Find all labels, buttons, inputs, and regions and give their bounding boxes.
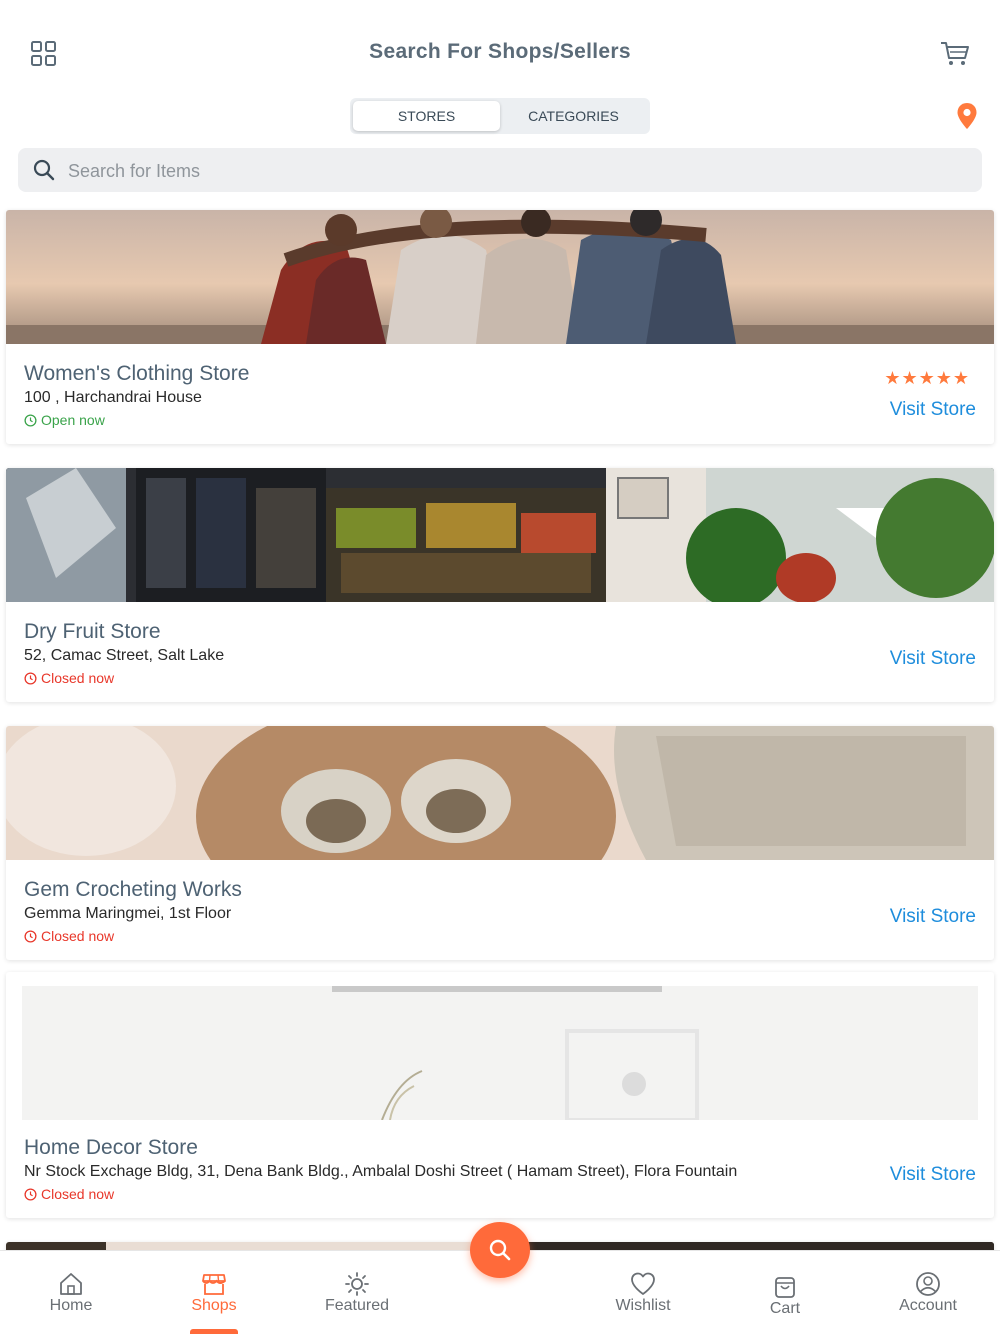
store-address: Nr Stock Exchage Bldg, 31, Dena Bank Bld…: [24, 1163, 738, 1180]
store-name[interactable]: Women's Clothing Store: [24, 362, 249, 386]
nav-label: Account: [899, 1297, 957, 1314]
nav-wishlist[interactable]: Wishlist: [573, 1251, 713, 1334]
store-category-toggle: STORES CATEGORIES: [350, 98, 650, 134]
clock-icon: [24, 1187, 37, 1201]
store-name[interactable]: Gem Crocheting Works: [24, 878, 242, 902]
nav-featured[interactable]: Featured: [287, 1251, 427, 1334]
store-status-text: Closed now: [41, 928, 115, 944]
nav-label: Shops: [191, 1297, 237, 1314]
search-icon: [33, 159, 55, 181]
store-banner-image: [6, 726, 994, 860]
nav-label: Home: [49, 1297, 93, 1314]
clock-icon: [24, 929, 37, 943]
shop-icon: [202, 1274, 226, 1295]
store-status: Closed now: [24, 670, 114, 686]
shopping-bag-icon: [775, 1277, 795, 1298]
store-card[interactable]: Dry Fruit Store 52, Camac Street, Salt L…: [6, 468, 994, 702]
active-tab-indicator: [190, 1329, 238, 1334]
store-address: 100 , Harchandrai House: [24, 389, 202, 406]
search-bar: [18, 148, 982, 192]
heart-icon: [631, 1272, 655, 1295]
tab-stores[interactable]: STORES: [353, 101, 500, 131]
clock-icon: [24, 671, 37, 685]
nav-account[interactable]: Account: [858, 1251, 998, 1334]
nav-cart[interactable]: Cart: [715, 1251, 855, 1334]
store-status: Open now: [24, 412, 105, 428]
store-address: 52, Camac Street, Salt Lake: [24, 647, 225, 664]
visit-store-button[interactable]: Visit Store: [890, 648, 976, 670]
store-card[interactable]: Gem Crocheting Works Gemma Maringmei, 1s…: [6, 726, 994, 960]
store-banner-image: [6, 468, 994, 602]
search-fab-button[interactable]: [470, 1222, 530, 1278]
store-status: Closed now: [24, 928, 114, 944]
nav-home[interactable]: Home: [1, 1251, 141, 1334]
cart-icon[interactable]: [938, 36, 972, 70]
nav-shops[interactable]: Shops: [144, 1251, 284, 1334]
nav-label: Wishlist: [615, 1297, 671, 1314]
store-card[interactable]: Women's Clothing Store 100 , Harchandrai…: [6, 210, 994, 444]
visit-store-button[interactable]: Visit Store: [890, 1164, 976, 1186]
visit-store-button[interactable]: Visit Store: [890, 906, 976, 928]
store-name[interactable]: Dry Fruit Store: [24, 620, 161, 644]
search-input[interactable]: [68, 156, 958, 186]
user-circle-icon: [916, 1272, 940, 1296]
top-bar: Search For Shops/Sellers: [0, 0, 1000, 100]
rating-stars: ★★★★★: [884, 368, 970, 388]
nav-label: Cart: [769, 1300, 801, 1317]
home-icon: [60, 1273, 82, 1295]
page-title: Search For Shops/Sellers: [369, 40, 631, 63]
store-name[interactable]: Home Decor Store: [24, 1136, 198, 1160]
nav-label: Featured: [324, 1297, 390, 1314]
search-icon: [489, 1239, 511, 1261]
store-card[interactable]: Home Decor Store Nr Stock Exchage Bldg, …: [6, 972, 994, 1218]
store-status: Closed now: [24, 1186, 114, 1202]
visit-store-button[interactable]: Visit Store: [890, 399, 976, 421]
map-pin-icon[interactable]: [956, 102, 978, 130]
store-status-text: Closed now: [41, 670, 115, 686]
tab-categories[interactable]: CATEGORIES: [500, 101, 647, 131]
store-banner-image: [6, 210, 994, 344]
store-status-text: Open now: [41, 412, 105, 428]
store-banner-image: [22, 986, 978, 1120]
store-address: Gemma Maringmei, 1st Floor: [24, 905, 232, 922]
clock-icon: [24, 413, 37, 427]
store-status-text: Closed now: [41, 1186, 115, 1202]
sun-icon: [345, 1272, 369, 1296]
